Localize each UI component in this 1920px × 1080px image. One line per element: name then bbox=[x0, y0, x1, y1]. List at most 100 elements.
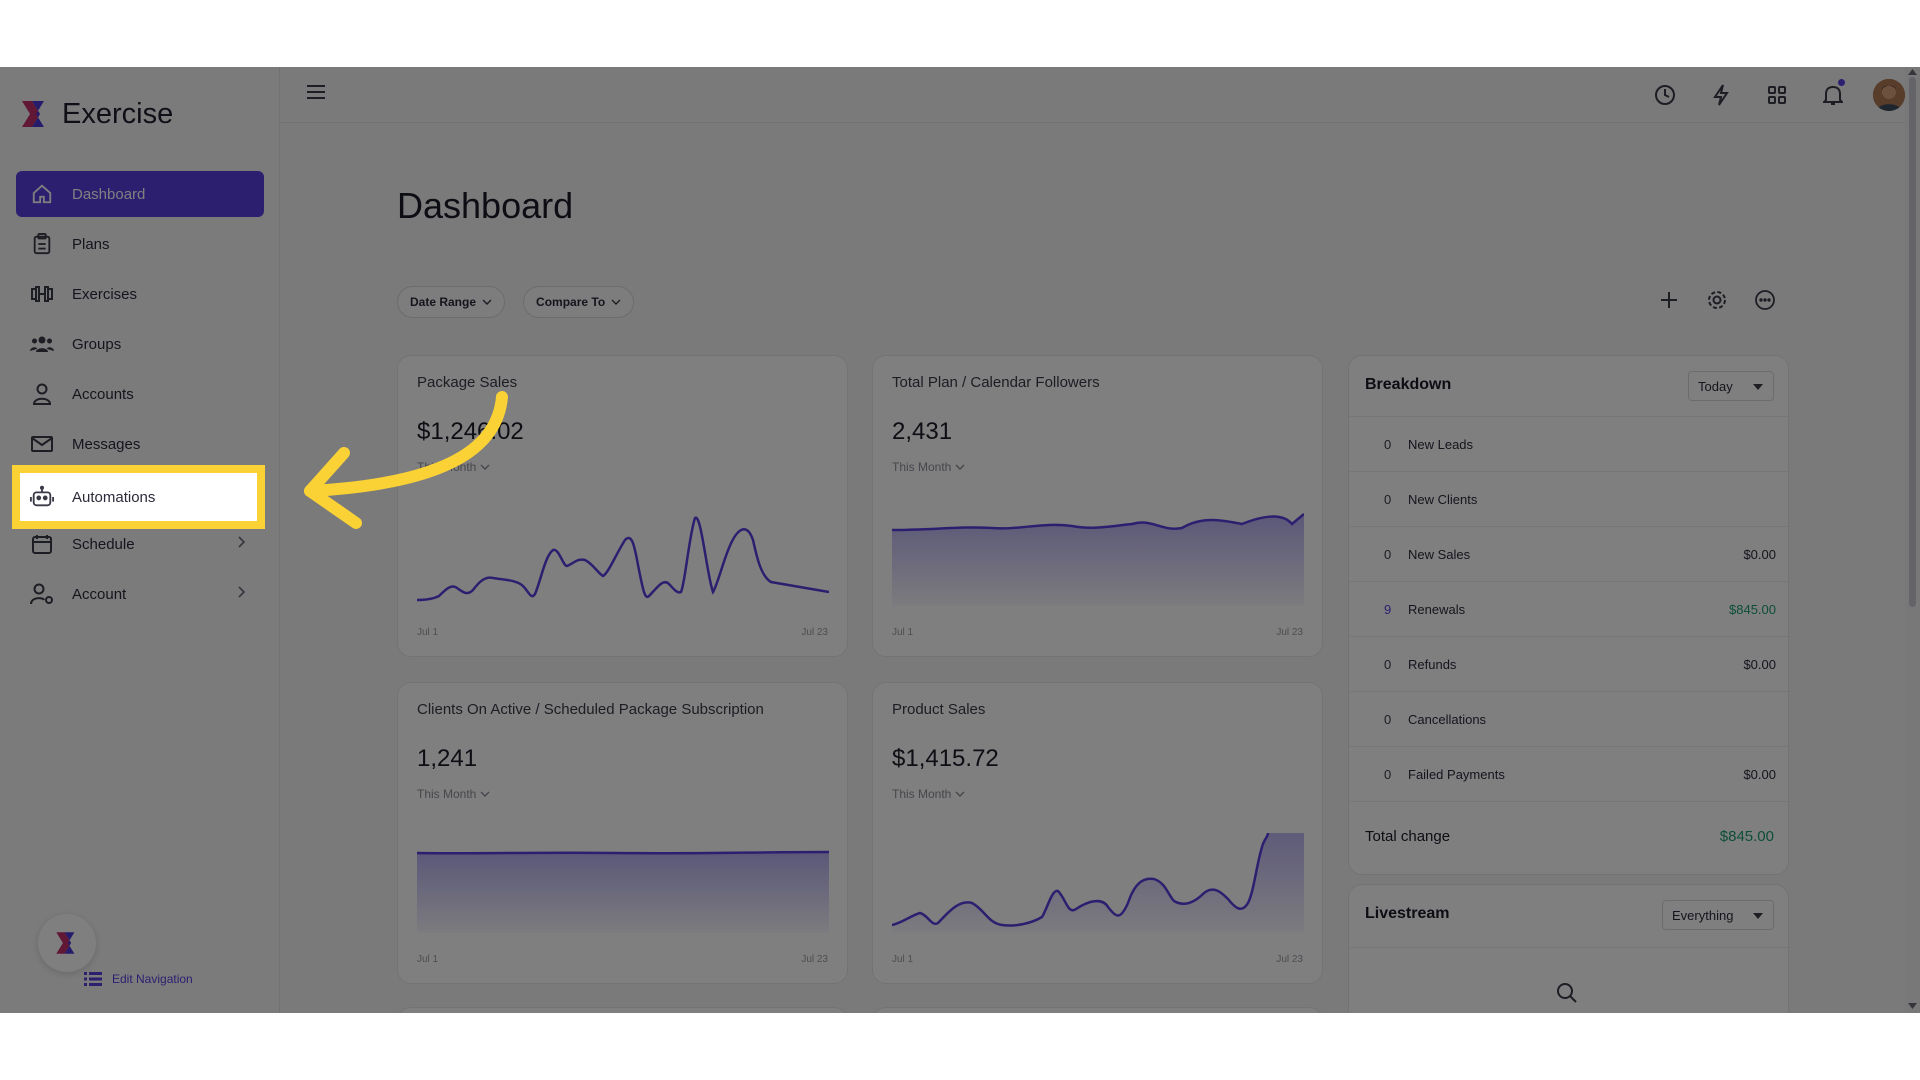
x-axis-end: Jul 23 bbox=[801, 954, 828, 965]
total-change-value: $845.00 bbox=[1719, 828, 1774, 845]
bell-icon[interactable] bbox=[1817, 79, 1849, 111]
breakdown-row: 0 New Clients bbox=[1349, 471, 1790, 526]
product-sales-card[interactable]: Product Sales $1,415.72 This Month Jul 1… bbox=[872, 682, 1323, 984]
breakdown-row: 0 Failed Payments $0.00 bbox=[1349, 746, 1790, 801]
livestream-card: Livestream Everything bbox=[1348, 884, 1790, 1013]
list-icon bbox=[84, 972, 102, 986]
tutorial-arrow bbox=[304, 391, 508, 529]
gear-icon[interactable] bbox=[1704, 287, 1730, 313]
logo-icon bbox=[22, 101, 44, 127]
sidebar-item-label: Automations bbox=[72, 488, 156, 506]
breakdown-title: Breakdown bbox=[1365, 376, 1452, 393]
livestream-divider bbox=[1349, 947, 1790, 948]
page-title: Dashboard bbox=[397, 185, 574, 226]
sidebar-item-accounts[interactable]: Accounts bbox=[16, 371, 264, 417]
row-count: 0 bbox=[1384, 657, 1392, 672]
row-label: Refunds bbox=[1408, 657, 1457, 672]
app-logo[interactable]: Exercise bbox=[18, 97, 173, 131]
scroll-up-arrow-icon[interactable] bbox=[1908, 69, 1917, 75]
sidebar-item-label: Dashboard bbox=[72, 185, 146, 203]
period-label: This Month bbox=[892, 460, 952, 474]
total-change-label: Total change bbox=[1365, 828, 1451, 845]
row-label: Cancellations bbox=[1408, 712, 1487, 727]
card-title: Total Plan / Calendar Followers bbox=[892, 374, 1100, 391]
active-subscriptions-card[interactable]: Clients On Active / Scheduled Package Su… bbox=[397, 682, 848, 984]
clipboard-icon bbox=[30, 232, 54, 256]
plus-icon[interactable] bbox=[1656, 287, 1682, 313]
sidebar-item-automations-highlight[interactable]: Automations bbox=[12, 465, 265, 529]
calendar-icon bbox=[30, 532, 54, 556]
search-icon[interactable] bbox=[1556, 982, 1578, 1004]
row-value: $0.00 bbox=[1743, 547, 1776, 562]
breakdown-row: 0 Cancellations bbox=[1349, 691, 1790, 746]
card-title: Clients On Active / Scheduled Package Su… bbox=[417, 701, 764, 718]
history-icon[interactable] bbox=[1649, 79, 1681, 111]
plan-followers-card[interactable]: Total Plan / Calendar Followers 2,431 Th… bbox=[872, 355, 1323, 657]
sidebar: Exercise Dashboard Plans Exercises Group… bbox=[0, 67, 280, 1013]
card-value: 1,241 bbox=[417, 745, 478, 772]
row-count: 0 bbox=[1384, 767, 1392, 782]
robot-icon bbox=[30, 485, 54, 509]
top-icons bbox=[1649, 79, 1905, 111]
sidebar-item-dashboard[interactable]: Dashboard bbox=[16, 171, 264, 217]
user-avatar[interactable] bbox=[1873, 79, 1905, 111]
row-value: $0.00 bbox=[1743, 767, 1776, 782]
edit-navigation-label: Edit Navigation bbox=[112, 972, 193, 986]
dumbbell-icon bbox=[30, 282, 54, 306]
compare-to-label: Compare To bbox=[536, 295, 606, 309]
period-dropdown[interactable]: This Month bbox=[892, 787, 965, 801]
more-icon[interactable] bbox=[1752, 287, 1778, 313]
breakdown-row: 0 Refunds $0.00 bbox=[1349, 636, 1790, 691]
app-frame: Exercise Dashboard Plans Exercises Group… bbox=[0, 67, 1920, 1013]
sidebar-item-account[interactable]: Account bbox=[16, 571, 264, 617]
breakdown-row: 0 New Sales $0.00 bbox=[1349, 526, 1790, 581]
dashboard-actions bbox=[1656, 287, 1778, 313]
sidebar-item-label: Plans bbox=[72, 235, 110, 253]
sidebar-item-label: Groups bbox=[72, 335, 122, 353]
chevron-down-icon bbox=[482, 299, 492, 305]
period-dropdown[interactable]: This Month bbox=[892, 460, 965, 474]
sidebar-item-exercises[interactable]: Exercises bbox=[16, 271, 264, 317]
period-dropdown[interactable]: This Month bbox=[417, 787, 490, 801]
livestream-filter-select[interactable]: Everything bbox=[1662, 900, 1774, 930]
breakdown-period-select[interactable]: Today bbox=[1688, 371, 1774, 401]
chevron-right-icon bbox=[238, 536, 246, 548]
compare-to-filter[interactable]: Compare To bbox=[523, 286, 635, 318]
app-switcher-button[interactable] bbox=[38, 914, 96, 972]
hamburger-menu-icon[interactable] bbox=[306, 83, 326, 101]
grid-icon[interactable] bbox=[1761, 79, 1793, 111]
sidebar-item-label: Accounts bbox=[72, 385, 134, 403]
lightning-icon[interactable] bbox=[1705, 79, 1737, 111]
sidebar-item-messages[interactable]: Messages bbox=[16, 421, 264, 467]
card-value: $1,415.72 bbox=[892, 745, 999, 772]
x-axis-end: Jul 23 bbox=[1276, 954, 1303, 965]
scroll-thumb[interactable] bbox=[1909, 77, 1916, 607]
date-range-filter[interactable]: Date Range bbox=[397, 286, 506, 318]
row-label: New Clients bbox=[1408, 492, 1478, 507]
chevron-down-icon bbox=[611, 299, 621, 305]
x-axis-end: Jul 23 bbox=[801, 627, 828, 638]
breakdown-row: 9 Renewals $845.00 bbox=[1349, 581, 1790, 636]
row-label: Renewals bbox=[1408, 602, 1466, 617]
breakdown-divider bbox=[1349, 801, 1790, 802]
row-value: $845.00 bbox=[1729, 602, 1776, 617]
notification-dot bbox=[1838, 79, 1845, 86]
scroll-down-arrow-icon[interactable] bbox=[1908, 1003, 1917, 1009]
row-count: 0 bbox=[1384, 437, 1392, 452]
row-label: Failed Payments bbox=[1408, 767, 1505, 782]
sidebar-item-plans[interactable]: Plans bbox=[16, 221, 264, 267]
breakdown-period-value: Today bbox=[1698, 378, 1733, 394]
top-bar bbox=[280, 67, 1905, 123]
row-value: $0.00 bbox=[1743, 657, 1776, 672]
row-label: New Sales bbox=[1408, 547, 1471, 562]
sidebar-item-groups[interactable]: Groups bbox=[16, 321, 264, 367]
edit-navigation-link[interactable]: Edit Navigation bbox=[84, 972, 193, 986]
breakdown-row: 0 New Leads bbox=[1349, 416, 1790, 471]
filters: Date Range Compare To bbox=[397, 286, 635, 318]
caret-down-icon bbox=[1753, 384, 1763, 390]
card-value: 2,431 bbox=[892, 418, 953, 445]
x-axis-start: Jul 1 bbox=[892, 954, 914, 965]
scrollbar[interactable] bbox=[1905, 67, 1920, 1013]
livestream-title: Livestream bbox=[1365, 905, 1450, 922]
app-name: Exercise bbox=[62, 97, 174, 130]
